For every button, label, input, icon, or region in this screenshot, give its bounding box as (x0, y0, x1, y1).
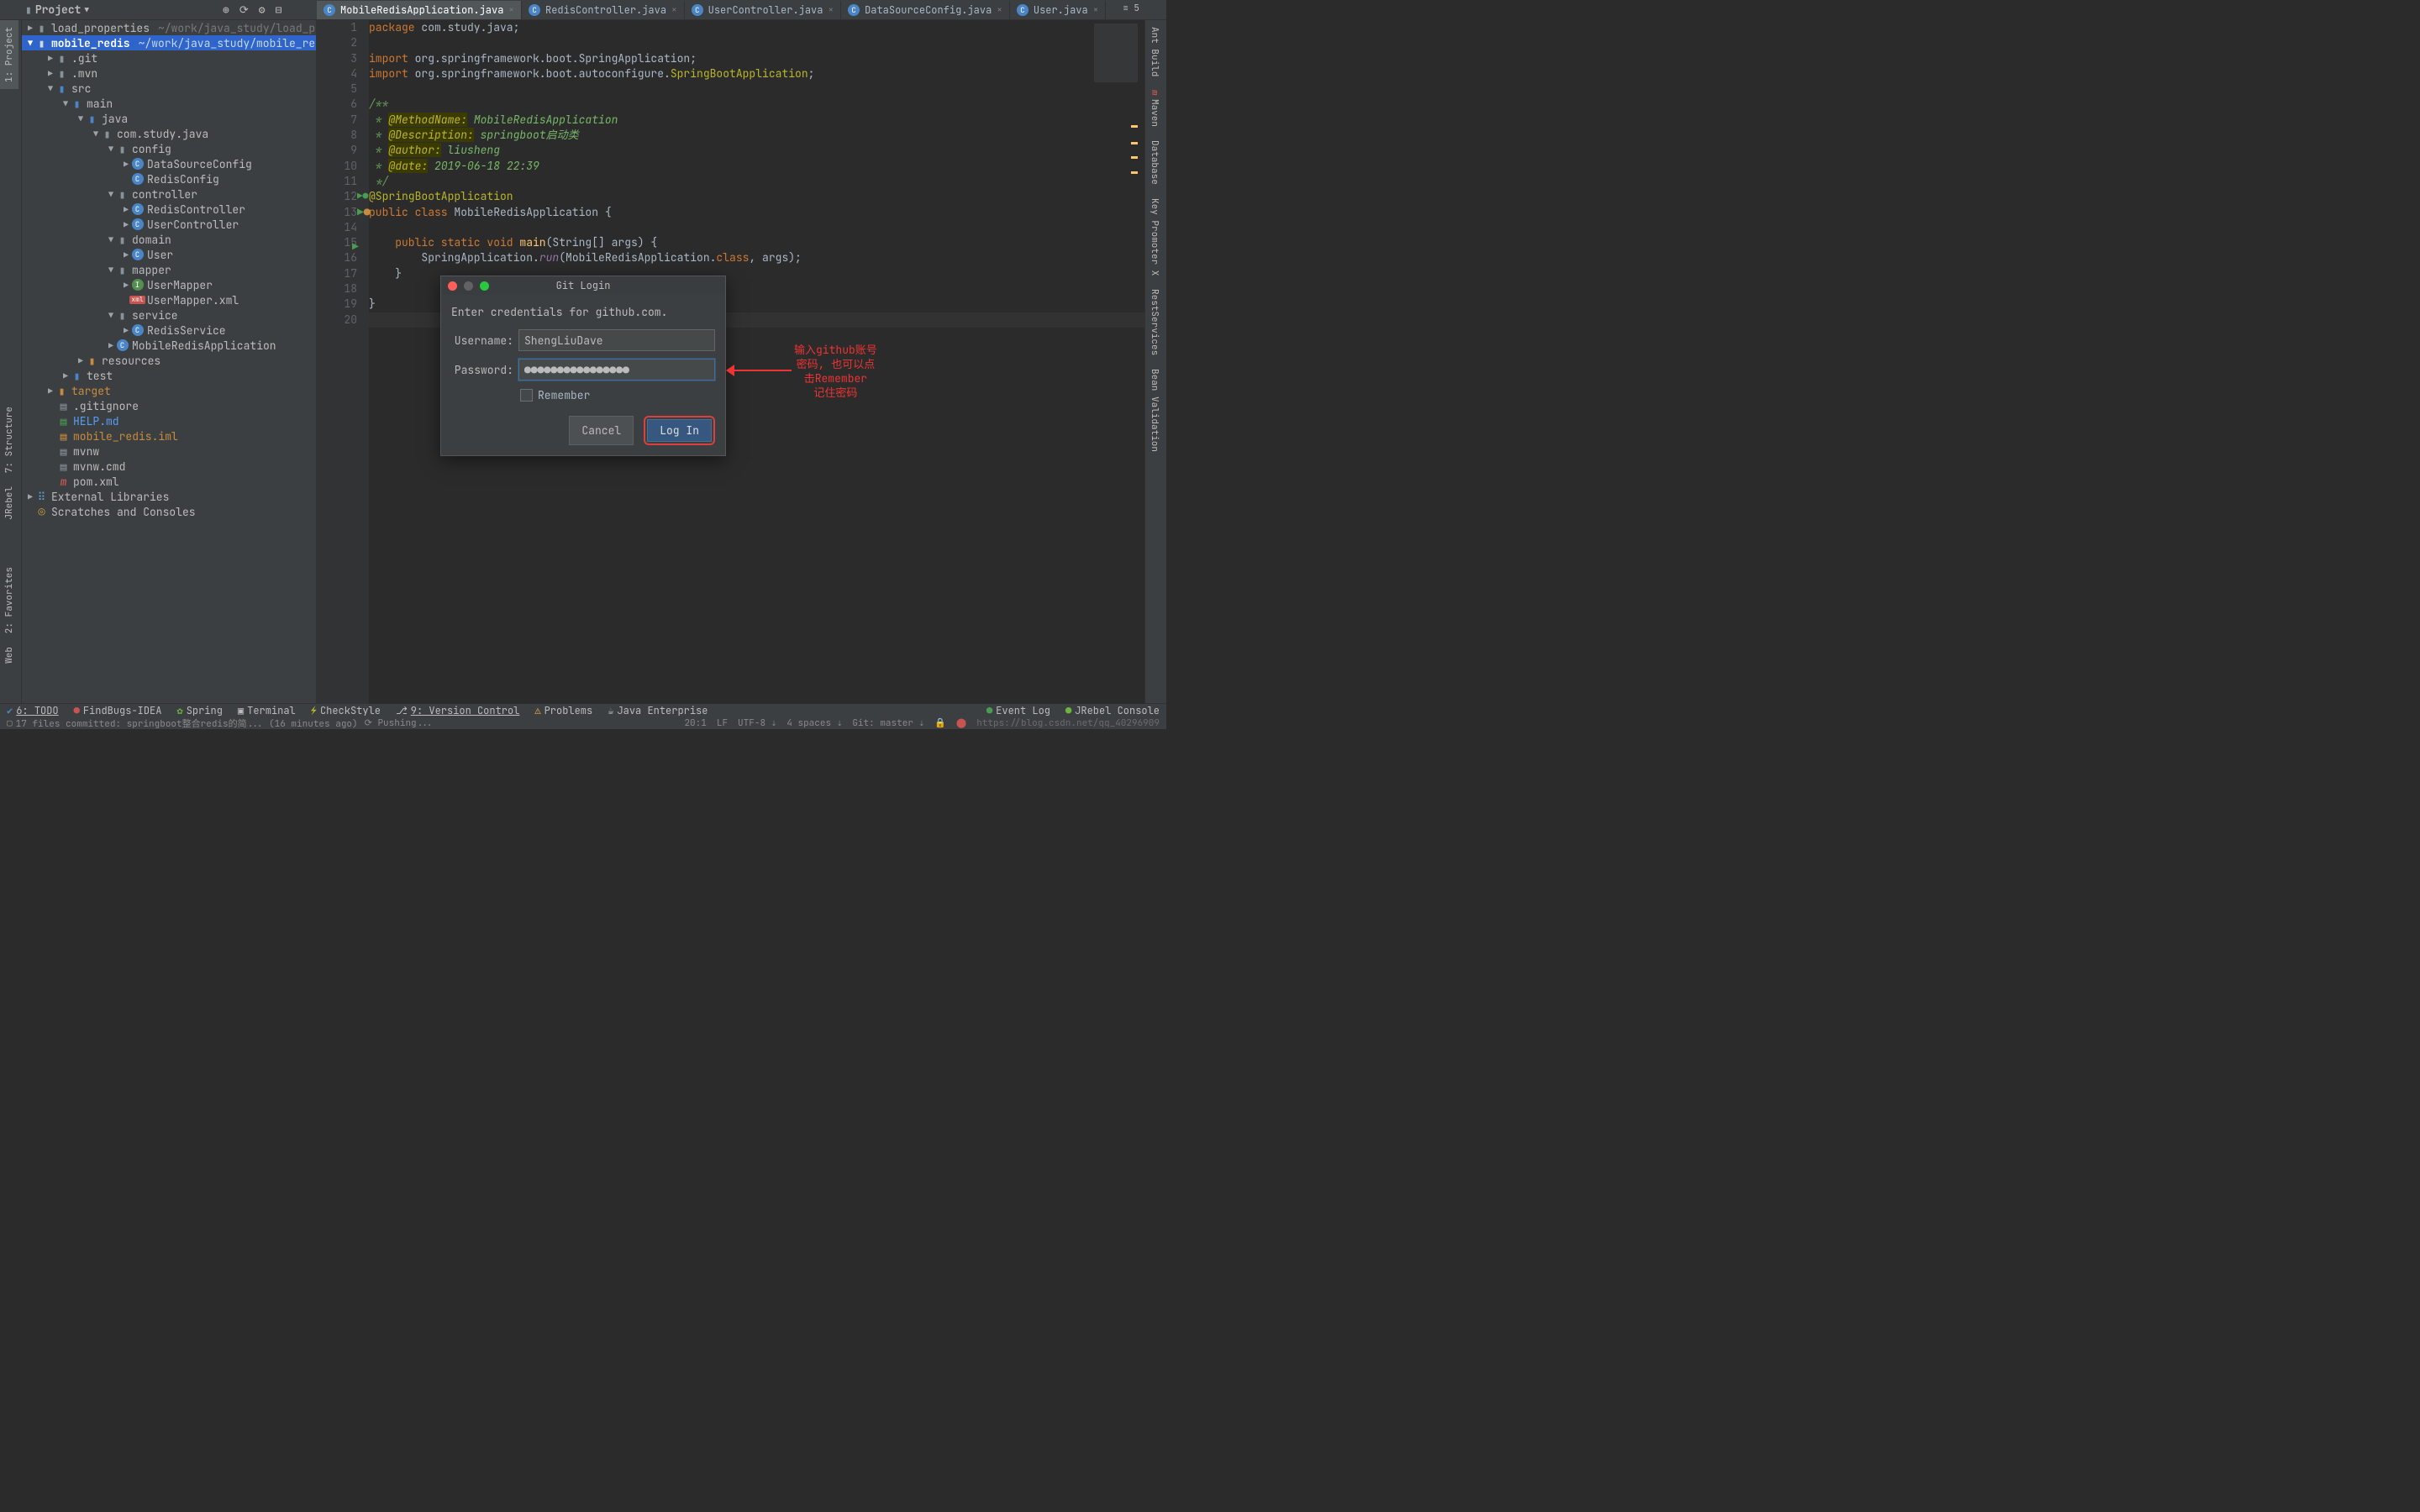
problems-tool[interactable]: ⚠ Problems (534, 704, 592, 717)
run-main-icon[interactable]: ▶ (352, 239, 359, 254)
class-icon: C (1017, 4, 1028, 16)
editor-tabs: CMobileRedisApplication.java× CRedisCont… (317, 0, 1106, 20)
remember-label: Remember (538, 388, 590, 402)
class-icon: C (324, 4, 335, 16)
collapse-icon[interactable] (276, 3, 282, 17)
annotation-arrow-line (731, 370, 792, 371)
tab-mobile-redis-app[interactable]: CMobileRedisApplication.java× (317, 1, 522, 19)
sidebar-tab-bean[interactable]: Bean Validation (1145, 362, 1164, 459)
status-msg: 17 files committed: springboot整合redis的简.… (16, 717, 358, 730)
close-icon[interactable]: × (1093, 4, 1099, 16)
status-bar: ▢ 17 files committed: springboot整合redis的… (0, 717, 1166, 729)
tab-user[interactable]: CUser.java× (1010, 1, 1106, 19)
vcs-tool[interactable]: ⎇ 9: Version Control (396, 704, 519, 717)
sidebar-tab-project[interactable]: 1: Project (0, 20, 18, 89)
username-label: Username: (451, 333, 513, 348)
tab-user-controller[interactable]: CUserController.java× (685, 1, 841, 19)
todo-tool[interactable]: ✔ 6: TODO (7, 704, 59, 717)
gear-icon[interactable] (259, 3, 266, 17)
project-dropdown[interactable]: Project ▼ (35, 3, 89, 17)
remember-checkbox[interactable] (520, 389, 533, 402)
sidebar-tab-favorites[interactable]: 2: Favorites (0, 560, 18, 640)
bottom-toolbar: ✔ 6: TODO ● FindBugs-IDEA ✿ Spring ▣ Ter… (0, 703, 1166, 717)
lock-icon[interactable]: 🔒 (934, 717, 946, 729)
login-button[interactable]: Log In (647, 419, 712, 442)
checkstyle-tool[interactable]: ⚡ CheckStyle (311, 704, 381, 717)
sidebar-tab-database[interactable]: Database (1145, 134, 1164, 192)
line-separator[interactable]: LF (717, 717, 728, 729)
sidebar-tab-ant[interactable]: Ant Build (1145, 20, 1164, 83)
tab-redis-controller[interactable]: CRedisController.java× (522, 1, 685, 19)
event-log-tool[interactable]: ● Event Log (986, 704, 1050, 717)
login-highlight: Log In (644, 416, 715, 445)
target-icon[interactable] (223, 3, 229, 17)
class-icon: C (529, 4, 540, 16)
sidebar-tab-jrebel[interactable]: JRebel (0, 480, 18, 527)
left-sidebar: 1: Project 7: Structure JRebel 2: Favori… (0, 20, 22, 704)
status-pushing: ⟳ Pushing... (365, 717, 434, 729)
spring-tool[interactable]: ✿ Spring (176, 704, 222, 717)
dialog-prompt: Enter credentials for github.com. (451, 305, 715, 319)
gutter: 1 2 3 4 5 6 7 8 9 10 11 12▶● 13▶● 14 15 … (317, 20, 369, 704)
close-icon[interactable]: × (508, 4, 514, 16)
annotation-text: 输入github账号 密码, 也可以点 击Remember 记住密码 (794, 343, 877, 400)
indent[interactable]: 4 spaces ⇣ (786, 717, 842, 729)
caret-pos[interactable]: 20:1 (684, 717, 706, 729)
dialog-title: Git Login (441, 279, 725, 292)
close-icon[interactable]: × (997, 4, 1002, 16)
javaee-tool[interactable]: ☕ Java Enterprise (608, 704, 708, 717)
class-icon: C (848, 4, 860, 16)
run-icon[interactable]: ▶● (357, 189, 368, 204)
project-folder-icon: ▮ (25, 3, 32, 17)
project-tree[interactable]: ▶▮load_properties~/work/java_study/load_… (22, 20, 317, 704)
close-icon[interactable]: × (828, 4, 834, 16)
class-icon: C (692, 4, 703, 16)
git-branch[interactable]: Git: master ⇣ (852, 717, 924, 729)
sidebar-tab-rest[interactable]: RestServices (1145, 282, 1164, 362)
sync-icon[interactable] (239, 3, 249, 17)
minimap[interactable] (1094, 24, 1138, 82)
password-input[interactable] (518, 359, 715, 381)
close-icon[interactable]: × (671, 4, 677, 16)
username-input[interactable] (518, 329, 715, 351)
tab-datasource-config[interactable]: CDataSourceConfig.java× (841, 1, 1010, 19)
terminal-tool[interactable]: ▣ Terminal (238, 704, 296, 717)
cancel-button[interactable]: Cancel (569, 416, 634, 445)
right-sidebar: Ant Build m Maven Database Key Promoter … (1144, 20, 1166, 704)
password-label: Password: (451, 363, 513, 377)
sidebar-tab-keypromoter[interactable]: Key Promoter X (1145, 192, 1164, 282)
jrebel-console-tool[interactable]: ● JRebel Console (1065, 704, 1160, 717)
sidebar-tab-maven[interactable]: m Maven (1145, 83, 1164, 134)
findbugs-tool[interactable]: ● FindBugs-IDEA (74, 704, 162, 717)
sidebar-tab-structure[interactable]: 7: Structure (0, 400, 18, 480)
encoding[interactable]: UTF-8 ⇣ (738, 717, 776, 729)
sidebar-tab-web[interactable]: Web (0, 640, 18, 670)
git-login-dialog: Git Login Enter credentials for github.c… (440, 276, 726, 456)
top-bar: ▮ Project ▼ CMobileRedisApplication.java… (0, 0, 1166, 20)
split-indicator[interactable]: ≡ 5 (1123, 3, 1139, 14)
